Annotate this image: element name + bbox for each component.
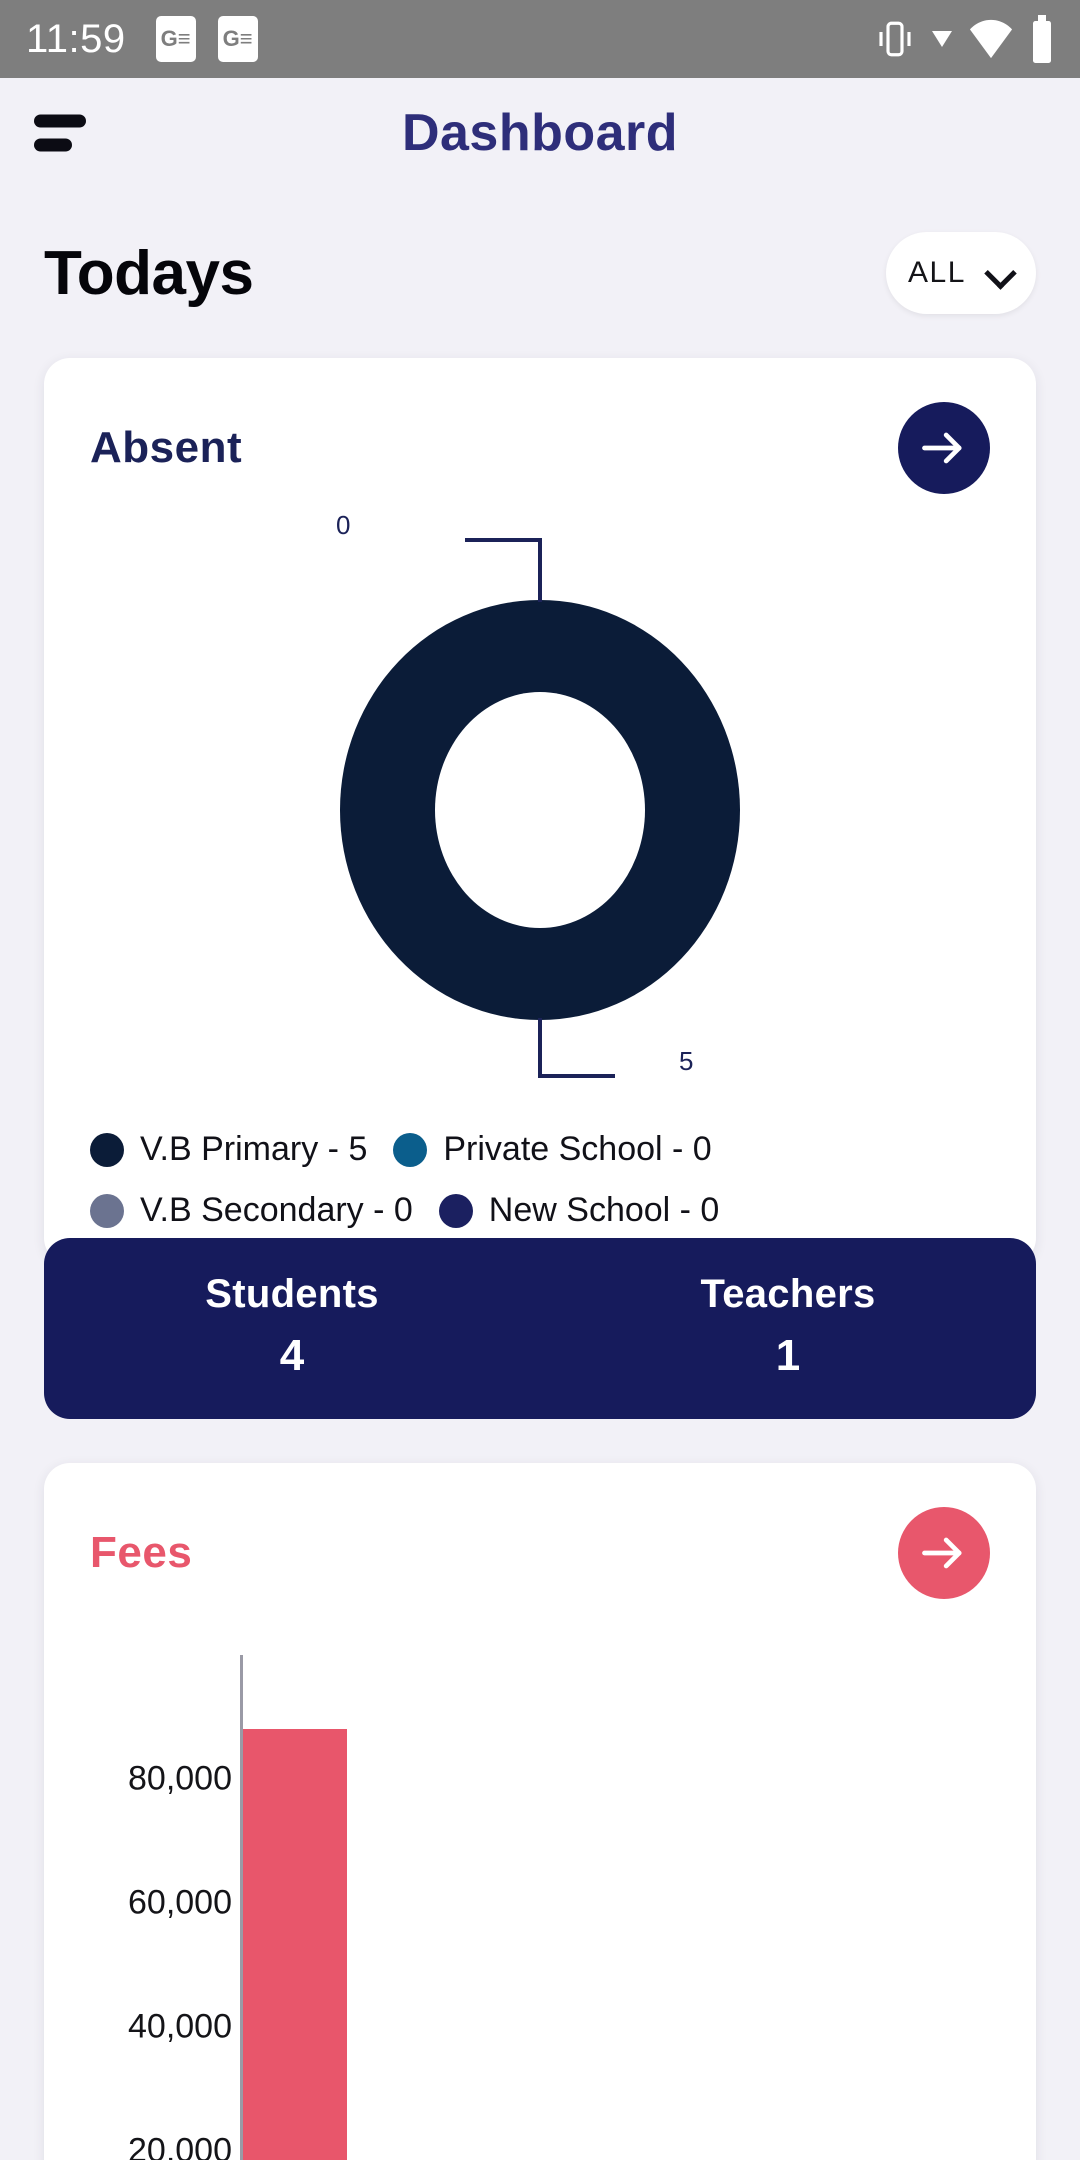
legend-item: V.B Secondary - 0 <box>90 1191 413 1230</box>
status-notification-icons: G≡ G≡ <box>155 16 258 62</box>
fees-card-header: Fees <box>44 1463 1036 1599</box>
legend-item: New School - 0 <box>438 1191 720 1230</box>
legend-color-swatch <box>90 1132 124 1167</box>
y-tick-label: 40,000 <box>128 2007 232 2046</box>
stat-value: 4 <box>279 1331 305 1380</box>
hamburger-line <box>34 114 86 128</box>
legend-color-swatch <box>393 1132 428 1167</box>
stat-value: 1 <box>775 1331 801 1380</box>
arrow-right-icon <box>922 432 962 464</box>
y-tick-label: 60,000 <box>128 1883 232 1922</box>
legend-label: V.B Primary - 5 <box>140 1130 368 1168</box>
donut-label-top: 0 <box>336 510 351 540</box>
legend-label: New School - 0 <box>488 1191 720 1229</box>
stat-label: Teachers <box>700 1272 876 1316</box>
absent-card: Absent 0 5 V.B Primary - 5 Private Schoo… <box>44 358 1036 1264</box>
fees-card: Fees 80,000 60,000 40,000 20,000 <box>44 1463 1036 2160</box>
legend-color-swatch <box>438 1193 473 1228</box>
y-tick-label: 20,000 <box>128 2131 232 2160</box>
stat-teachers[interactable]: Teachers 1 <box>540 1272 1036 1381</box>
section-title: Todays <box>44 238 254 308</box>
battery-icon <box>1033 15 1051 63</box>
absent-card-title: Absent <box>90 423 243 472</box>
dropdown-caret-icon <box>932 31 952 47</box>
y-tick-label: 80,000 <box>128 1759 232 1798</box>
donut-leader-line-bottom <box>538 1018 615 1078</box>
legend-item: Private School - 0 <box>393 1130 712 1169</box>
app-bar: Dashboard <box>0 78 1080 188</box>
fees-card-title: Fees <box>90 1528 193 1577</box>
bar-fees <box>243 1729 347 2160</box>
wifi-icon <box>970 19 1012 59</box>
absent-card-header: Absent <box>44 358 1036 494</box>
filter-dropdown-value: ALL <box>908 256 966 289</box>
donut-svg <box>340 538 740 1078</box>
news-icon: G≡ <box>155 16 196 62</box>
arrow-right-icon <box>922 1537 962 1569</box>
hamburger-line <box>34 138 72 152</box>
fees-bar-chart: 80,000 60,000 40,000 20,000 <box>90 1655 990 2160</box>
legend-color-swatch <box>90 1193 124 1228</box>
status-system-icons <box>874 15 1054 63</box>
news-icon: G≡ <box>217 16 258 62</box>
legend-label: Private School - 0 <box>443 1130 712 1168</box>
absent-stat-bar: Students 4 Teachers 1 <box>44 1238 1036 1419</box>
section-header: Todays ALL <box>0 232 1080 314</box>
fees-card-arrow-button[interactable] <box>898 1507 990 1599</box>
hamburger-menu-icon[interactable] <box>34 114 90 152</box>
filter-dropdown[interactable]: ALL <box>886 232 1036 314</box>
status-bar: 11:59 G≡ G≡ <box>0 0 1080 78</box>
donut-leader-line-top <box>465 538 542 602</box>
page-title: Dashboard <box>401 104 679 162</box>
absent-donut-chart: 0 5 <box>44 500 1036 1120</box>
legend-label: V.B Secondary - 0 <box>140 1191 413 1229</box>
stat-label: Students <box>205 1272 379 1316</box>
stat-students[interactable]: Students 4 <box>44 1272 540 1381</box>
chevron-down-icon <box>986 259 1014 287</box>
absent-card-arrow-button[interactable] <box>898 402 990 494</box>
status-clock: 11:59 <box>26 16 126 61</box>
vibrate-icon <box>879 21 911 57</box>
donut-hole <box>435 692 645 928</box>
legend-item: V.B Primary - 5 <box>90 1130 367 1169</box>
donut-label-bottom: 5 <box>679 1046 694 1076</box>
